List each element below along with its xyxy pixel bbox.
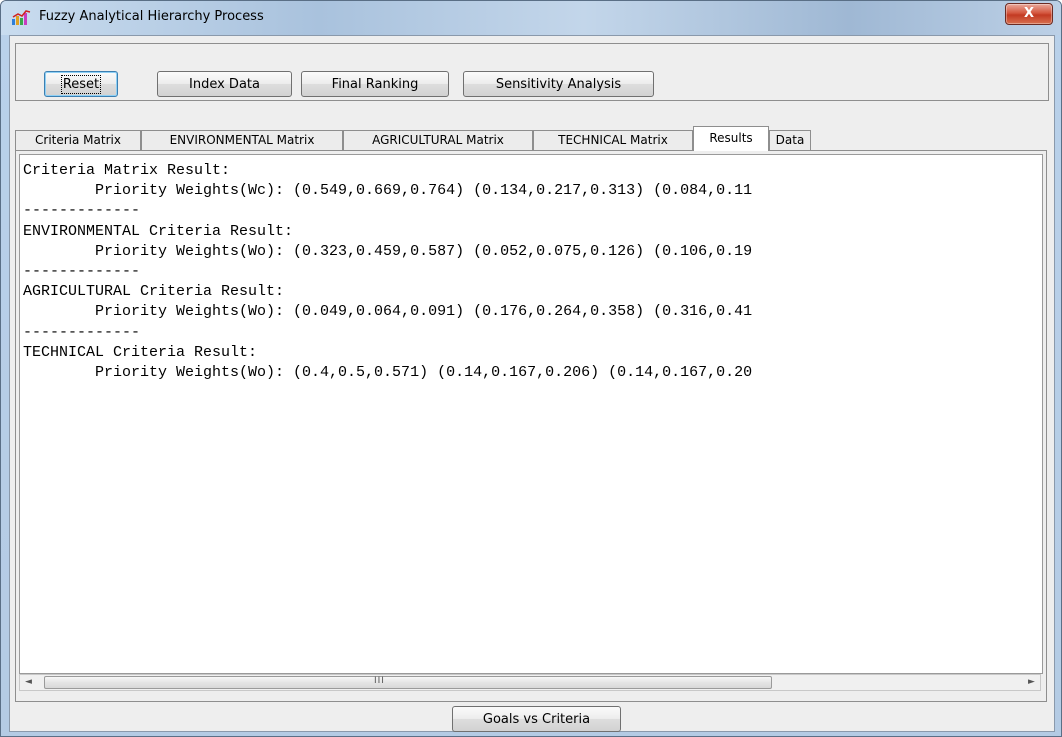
reset-button[interactable]: Reset	[44, 71, 118, 97]
index-data-button-label: Index Data	[189, 77, 260, 92]
window-client-area: Reset Index Data Final Ranking Sensitivi…	[9, 35, 1055, 732]
footer-bar: Goals vs Criteria	[10, 706, 1054, 732]
reset-button-label: Reset	[60, 75, 102, 94]
toolbar-panel: Reset Index Data Final Ranking Sensitivi…	[15, 43, 1049, 101]
scroll-right-icon[interactable]: ►	[1023, 675, 1040, 690]
tab-technical-matrix[interactable]: TECHNICAL Matrix	[533, 130, 693, 150]
app-window: Fuzzy Analytical Hierarchy Process X Res…	[0, 0, 1062, 737]
tab-label: AGRICULTURAL Matrix	[372, 133, 504, 147]
tab-label: ENVIRONMENTAL Matrix	[169, 133, 315, 147]
sensitivity-analysis-button-label: Sensitivity Analysis	[495, 77, 622, 92]
tab-label: Data	[775, 133, 805, 147]
tab-label: Results	[709, 131, 753, 145]
tab-label: Criteria Matrix	[35, 133, 121, 147]
scroll-left-icon[interactable]: ◄	[20, 675, 37, 690]
tab-environmental-matrix[interactable]: ENVIRONMENTAL Matrix	[141, 130, 343, 150]
index-data-button[interactable]: Index Data	[157, 71, 292, 97]
tab-criteria-matrix[interactable]: Criteria Matrix	[15, 130, 141, 150]
sensitivity-analysis-button[interactable]: Sensitivity Analysis	[463, 71, 654, 97]
tab-agricultural-matrix[interactable]: AGRICULTURAL Matrix	[343, 130, 533, 150]
final-ranking-button[interactable]: Final Ranking	[301, 71, 449, 97]
results-text: Criteria Matrix Result: Priority Weights…	[23, 162, 753, 382]
tab-data[interactable]: Data	[769, 130, 811, 150]
goals-vs-criteria-button-label: Goals vs Criteria	[482, 712, 591, 727]
scrollbar-grip-icon: III	[374, 676, 385, 686]
results-panel: Criteria Matrix Result: Priority Weights…	[15, 150, 1047, 702]
goals-vs-criteria-button[interactable]: Goals vs Criteria	[452, 706, 621, 732]
tab-bar: Criteria Matrix ENVIRONMENTAL Matrix AGR…	[15, 126, 1047, 151]
results-text-area[interactable]: Criteria Matrix Result: Priority Weights…	[19, 154, 1043, 674]
window-title: Fuzzy Analytical Hierarchy Process	[39, 9, 264, 24]
close-button[interactable]: X	[1005, 3, 1053, 25]
tab-label: TECHNICAL Matrix	[558, 133, 668, 147]
horizontal-scrollbar[interactable]: ◄ III ►	[19, 674, 1041, 691]
close-icon: X	[1023, 6, 1035, 21]
final-ranking-button-label: Final Ranking	[331, 77, 419, 92]
title-bar[interactable]: Fuzzy Analytical Hierarchy Process X	[1, 1, 1061, 35]
scrollbar-thumb[interactable]	[44, 676, 772, 689]
tab-results[interactable]: Results	[693, 126, 769, 151]
app-chart-icon	[12, 10, 31, 25]
